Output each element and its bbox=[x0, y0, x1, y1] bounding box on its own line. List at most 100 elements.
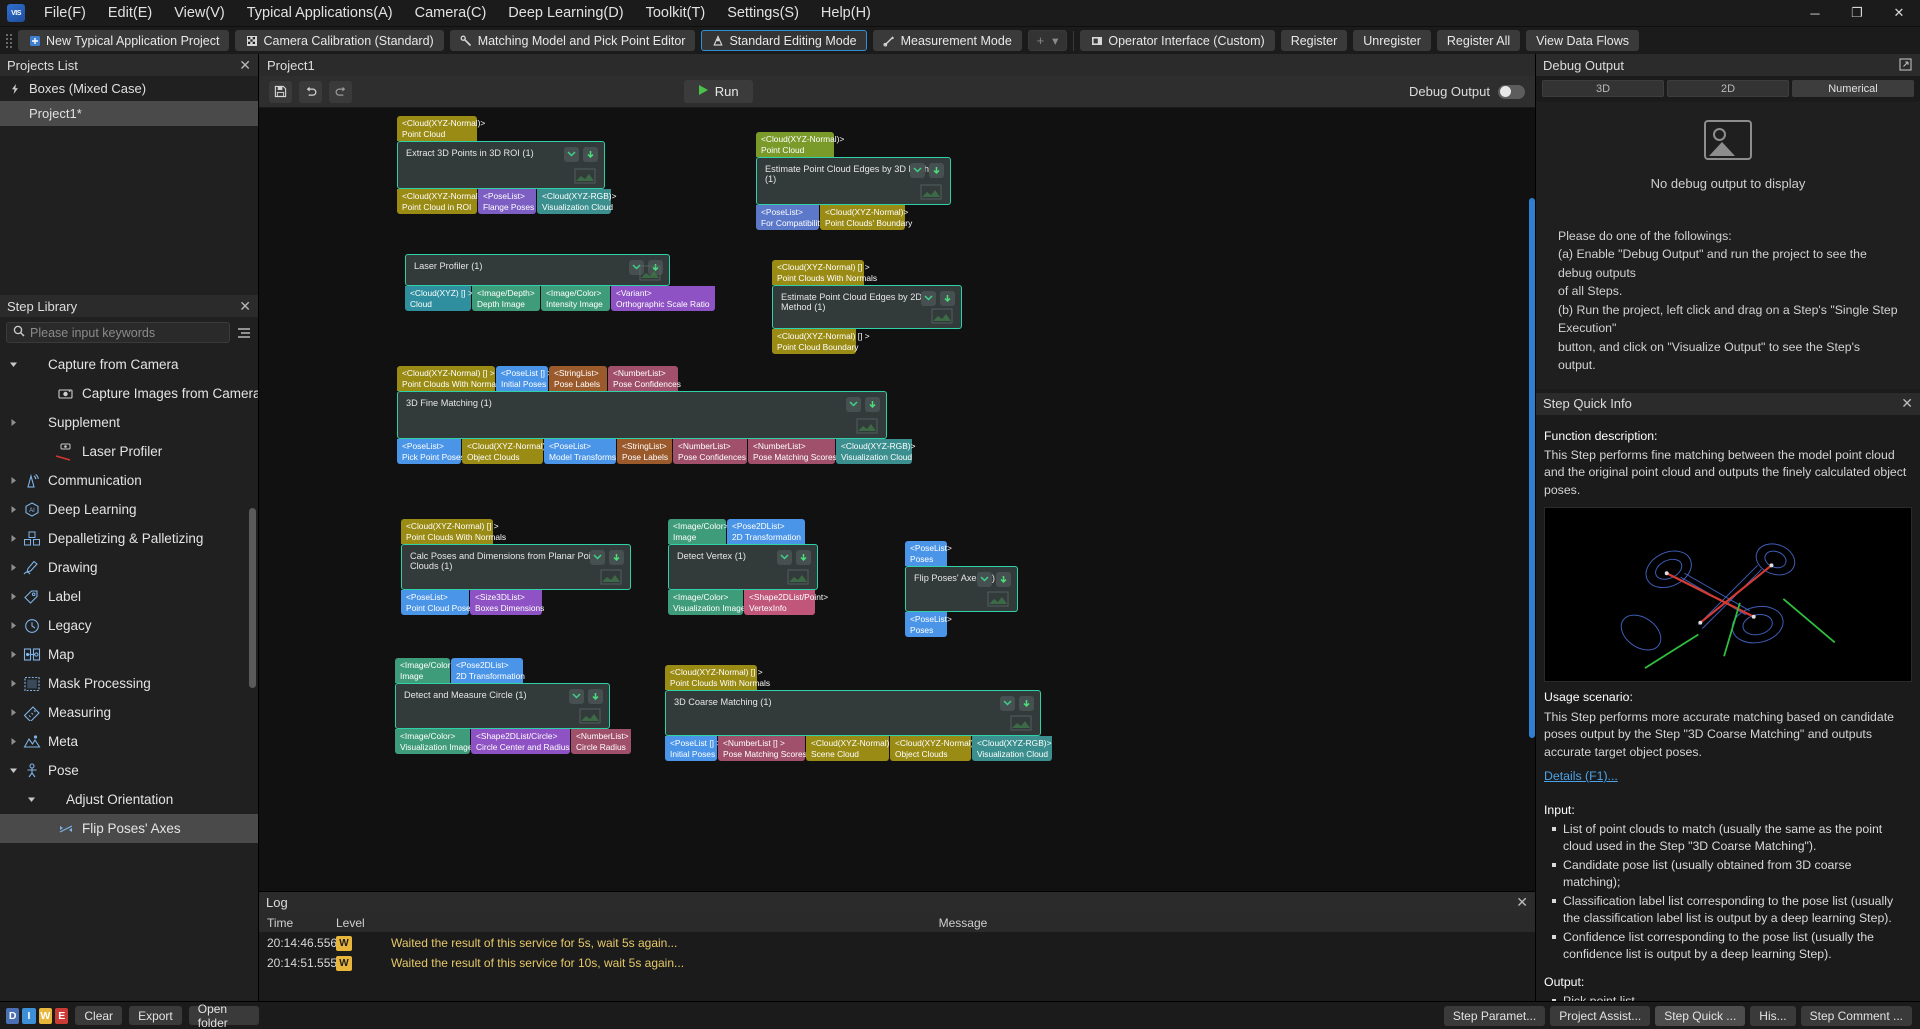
statusbar-tab-his[interactable]: His... bbox=[1750, 1005, 1796, 1026]
toolbar-button-operator-interface-custom[interactable]: Operator Interface (Custom) bbox=[1080, 30, 1275, 51]
toolbar-button-unregister[interactable]: Unregister bbox=[1353, 30, 1431, 51]
toolbar-button-measurement-mode[interactable]: Measurement Mode bbox=[872, 30, 1022, 51]
details-link[interactable]: Details (F1)... bbox=[1544, 768, 1618, 785]
graph-node-calc-poses-dimensions[interactable]: <Cloud(XYZ-Normal) [] > Point Clouds With… bbox=[401, 519, 631, 615]
log-filter-i[interactable]: I bbox=[22, 1007, 36, 1024]
statusbar-button-open-folder[interactable]: Open folder bbox=[188, 1002, 260, 1029]
output-port[interactable]: <PoseList> For Compatibility bbox=[756, 205, 824, 230]
step-library-item-pose[interactable]: Pose bbox=[0, 756, 258, 785]
chevron-right-icon[interactable] bbox=[6, 650, 20, 659]
node-single-step-execution-icon[interactable] bbox=[583, 147, 598, 162]
output-port[interactable]: <Image/Color> Visualization Image bbox=[668, 590, 745, 615]
menu-item-camera[interactable]: Camera(C) bbox=[404, 1, 498, 25]
step-library-item-meta[interactable]: Meta bbox=[0, 727, 258, 756]
input-port[interactable]: <Image/Color> Image bbox=[668, 519, 728, 544]
output-port[interactable]: <Cloud(XYZ-RGB)> Visualization Cloud bbox=[836, 439, 915, 464]
add-button[interactable]: + bbox=[1037, 34, 1044, 48]
graph-node-3d-fine-matching[interactable]: <Cloud(XYZ-Normal) [] > Point Clouds With… bbox=[397, 366, 915, 464]
graph-canvas[interactable]: <Cloud(XYZ-Normal)> Point Cloud Extract 3D… bbox=[259, 108, 1535, 891]
node-body[interactable]: 3D Coarse Matching (1) bbox=[665, 690, 1041, 736]
toolbar-button-camera-calibration-standard[interactable]: Camera Calibration (Standard) bbox=[235, 30, 444, 51]
chevron-down-icon[interactable] bbox=[24, 795, 38, 804]
output-port[interactable]: <NumberList> Circle Radius bbox=[571, 729, 631, 754]
project-list-item[interactable]: Boxes (Mixed Case) bbox=[0, 76, 258, 101]
input-port[interactable]: <Cloud(XYZ-Normal)> Point Cloud bbox=[756, 132, 844, 157]
toolbar-button-view-data-flows[interactable]: View Data Flows bbox=[1526, 30, 1639, 51]
output-port[interactable]: <Image/Color> Visualization Image bbox=[395, 729, 472, 754]
input-port[interactable]: <PoseList [] > Initial Poses bbox=[496, 366, 552, 391]
node-single-step-execution-icon[interactable] bbox=[1019, 696, 1034, 711]
node-single-step-execution-icon[interactable] bbox=[929, 163, 944, 178]
search-input[interactable] bbox=[30, 325, 223, 340]
output-port[interactable]: <Cloud(XYZ-Normal)> Point Cloud in ROI bbox=[397, 189, 485, 214]
step-library-item-capture-images-from-camera[interactable]: Capture Images from Camera bbox=[0, 379, 258, 408]
output-port[interactable]: <StringList> Pose Labels bbox=[617, 439, 672, 464]
project-tab[interactable]: Project1 bbox=[267, 58, 315, 73]
graph-node-laser-profiler[interactable]: Laser Profiler (1) <Cloud(XYZ) [] > Cloud <… bbox=[405, 254, 716, 311]
close-icon[interactable]: ✕ bbox=[1516, 894, 1528, 911]
output-port[interactable]: <Cloud(XYZ-Normal) > Object Clouds bbox=[890, 736, 981, 761]
step-library-item-supplement[interactable]: Supplement bbox=[0, 408, 258, 437]
step-library-item-drawing[interactable]: Drawing bbox=[0, 553, 258, 582]
toolbar-button-matching-model-and-pick-point-editor[interactable]: Matching Model and Pick Point Editor bbox=[449, 30, 696, 51]
save-icon[interactable] bbox=[269, 80, 292, 103]
node-body[interactable]: Estimate Point Cloud Edges by 2D Method … bbox=[772, 285, 962, 329]
menu-item-settings[interactable]: Settings(S) bbox=[716, 1, 810, 25]
output-port[interactable]: <PoseList> Model Transforms bbox=[544, 439, 616, 464]
close-icon[interactable]: ✕ bbox=[239, 57, 251, 74]
output-port[interactable]: <PoseList> Flange Poses bbox=[478, 189, 536, 214]
output-port[interactable]: <Variant> Orthographic Scale Ratio bbox=[611, 286, 715, 311]
output-port[interactable]: <NumberList> Pose Matching Scores bbox=[748, 439, 837, 464]
graph-node-estimate-edges-2d[interactable]: <Cloud(XYZ-Normal) [] > Point Clouds With… bbox=[772, 260, 962, 354]
chevron-right-icon[interactable] bbox=[6, 679, 20, 688]
node-single-step-execution-icon[interactable] bbox=[940, 291, 955, 306]
chevron-right-icon[interactable] bbox=[6, 592, 20, 601]
menu-item-deep-learning[interactable]: Deep Learning(D) bbox=[497, 1, 634, 25]
step-library-item-adjust-orientation[interactable]: Adjust Orientation bbox=[0, 785, 258, 814]
input-port[interactable]: <Cloud(XYZ-Normal) [] > Point Clouds With… bbox=[401, 519, 506, 544]
step-library-scrollbar[interactable] bbox=[249, 508, 256, 688]
output-port[interactable]: <Image/Depth> Depth Image bbox=[472, 286, 540, 311]
step-library-item-flip-poses-axes[interactable]: Flip Poses' Axes bbox=[0, 814, 258, 843]
debug-output-toggle-group[interactable]: Debug Output bbox=[1409, 84, 1525, 99]
node-single-step-execution-icon[interactable] bbox=[865, 397, 880, 412]
node-collapse-icon[interactable] bbox=[910, 163, 925, 178]
chevron-down-icon[interactable] bbox=[6, 360, 20, 369]
step-library-item-laser-profiler[interactable]: Laser Profiler bbox=[0, 437, 258, 466]
graph-node-3d-coarse-matching[interactable]: <Cloud(XYZ-Normal) [] > Point Clouds With… bbox=[665, 665, 1053, 761]
node-collapse-icon[interactable] bbox=[590, 550, 605, 565]
menu-item-file[interactable]: File(F) bbox=[33, 1, 97, 25]
node-single-step-execution-icon[interactable] bbox=[609, 550, 624, 565]
chevron-right-icon[interactable] bbox=[6, 563, 20, 572]
toolbar-grip[interactable] bbox=[4, 31, 12, 51]
input-port[interactable]: <PoseList> Poses bbox=[905, 541, 952, 566]
log-row[interactable]: 20:14:51.555 W Waited the result of this s… bbox=[259, 953, 1535, 973]
toolbar-button-register-all[interactable]: Register All bbox=[1436, 30, 1521, 51]
step-library-item-communication[interactable]: Communication bbox=[0, 466, 258, 495]
toolbar-button-standard-editing-mode[interactable]: Standard Editing Mode bbox=[701, 30, 867, 51]
debug-output-toggle[interactable] bbox=[1497, 84, 1525, 99]
step-library-item-deep-learning[interactable]: AI Deep Learning bbox=[0, 495, 258, 524]
node-body[interactable]: Estimate Point Cloud Edges by 3D Method … bbox=[756, 157, 951, 205]
statusbar-button-export[interactable]: Export bbox=[129, 1006, 182, 1025]
step-library-item-legacy[interactable]: Legacy bbox=[0, 611, 258, 640]
input-port[interactable]: <NumberList> Pose Confidences bbox=[608, 366, 681, 391]
node-collapse-icon[interactable] bbox=[977, 572, 992, 587]
search-box[interactable] bbox=[6, 322, 230, 343]
node-body[interactable]: Laser Profiler (1) bbox=[405, 254, 670, 286]
debug-tab-3d[interactable]: 3D bbox=[1542, 80, 1664, 97]
statusbar-button-clear[interactable]: Clear bbox=[75, 1006, 123, 1025]
statusbar-tab-step-comment[interactable]: Step Comment ... bbox=[1800, 1005, 1912, 1026]
node-collapse-icon[interactable] bbox=[564, 147, 579, 162]
input-port[interactable]: <StringList> Pose Labels bbox=[549, 366, 607, 391]
close-icon[interactable]: ✕ bbox=[239, 298, 251, 315]
chevron-right-icon[interactable] bbox=[6, 737, 20, 746]
graph-node-detect-measure-circle[interactable]: <Image/Color> Image <Pose2DList> 2D Transfo… bbox=[395, 658, 632, 754]
output-port[interactable]: <Cloud(XYZ-RGB)> Visualization Cloud bbox=[972, 736, 1052, 761]
statusbar-tab-step-quick[interactable]: Step Quick ... bbox=[1655, 1005, 1746, 1026]
node-collapse-icon[interactable] bbox=[569, 689, 584, 704]
chevron-down-icon[interactable]: ▾ bbox=[1052, 33, 1058, 48]
statusbar-tab-project-assist[interactable]: Project Assist... bbox=[1550, 1005, 1651, 1026]
output-port[interactable]: <Cloud(XYZ-RGB)> Visualization Cloud bbox=[537, 189, 616, 214]
chevron-down-icon[interactable] bbox=[6, 766, 20, 775]
